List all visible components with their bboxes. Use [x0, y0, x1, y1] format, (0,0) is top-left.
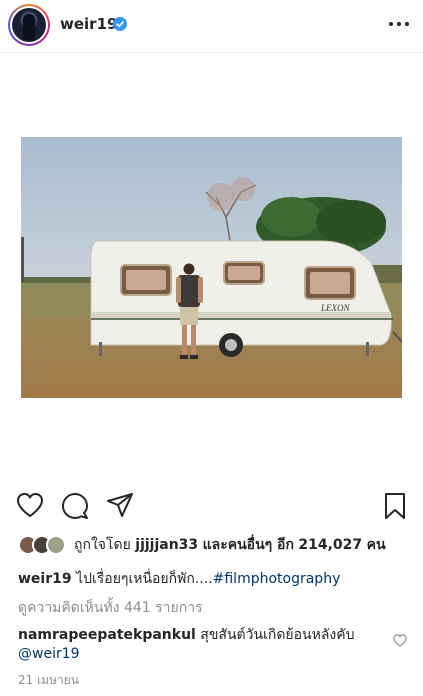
- caption: weir19 ไปเรื่อยๆเหนื่อยก็พัก....#filmpho…: [18, 568, 340, 590]
- avatar-image: [12, 8, 46, 42]
- post-header: weir19: [0, 0, 423, 52]
- more-options-icon[interactable]: [389, 22, 409, 28]
- comment: namrapeepatekpankul สุขสันต์วันเกิดย้อนห…: [18, 626, 378, 664]
- bookmark-icon[interactable]: [384, 492, 406, 520]
- share-icon[interactable]: [106, 492, 134, 518]
- caption-text: ไปเรื่อยๆเหนื่อยก็พัก....: [76, 571, 213, 587]
- caravan-photo: LEXON: [21, 137, 402, 398]
- comment-username[interactable]: namrapeepatekpankul: [18, 627, 196, 643]
- comment-icon[interactable]: [61, 492, 89, 520]
- trailer-brand: LEXON: [320, 303, 351, 313]
- likes-middle[interactable]: และคนอื่นๆ อีก: [203, 537, 294, 553]
- likes-row[interactable]: ถูกใจโดย jjjjjan33 และคนอื่นๆ อีก 214,02…: [18, 534, 386, 556]
- action-bar: [0, 488, 423, 524]
- caption-username[interactable]: weir19: [18, 571, 72, 587]
- verified-badge-icon: [113, 17, 127, 31]
- comment-mention[interactable]: @weir19: [18, 646, 80, 662]
- view-all-comments-link[interactable]: ดูความคิดเห็นทั้ง 441 รายการ: [18, 597, 203, 619]
- post-timestamp: 21 เมษายน: [18, 673, 79, 687]
- header-divider: [0, 52, 423, 53]
- comment-text: สุขสันต์วันเกิดย้อนหลังคับ: [200, 627, 355, 643]
- likes-prefix: ถูกใจโดย: [74, 537, 131, 553]
- post-photo[interactable]: LEXON: [21, 137, 402, 398]
- username[interactable]: weir19: [60, 15, 117, 33]
- liker-name[interactable]: jjjjjan33: [135, 537, 198, 553]
- like-heart-icon[interactable]: [16, 492, 44, 518]
- caption-hashtag[interactable]: #filmphotography: [213, 571, 341, 587]
- comment-like-heart-icon[interactable]: [393, 634, 407, 647]
- avatar[interactable]: [8, 4, 50, 46]
- likes-count[interactable]: 214,027: [298, 537, 362, 553]
- likes-text: ถูกใจโดย jjjjjan33 และคนอื่นๆ อีก 214,02…: [74, 534, 386, 556]
- liker-avatar: [46, 535, 66, 555]
- likes-suffix[interactable]: คน: [367, 537, 386, 553]
